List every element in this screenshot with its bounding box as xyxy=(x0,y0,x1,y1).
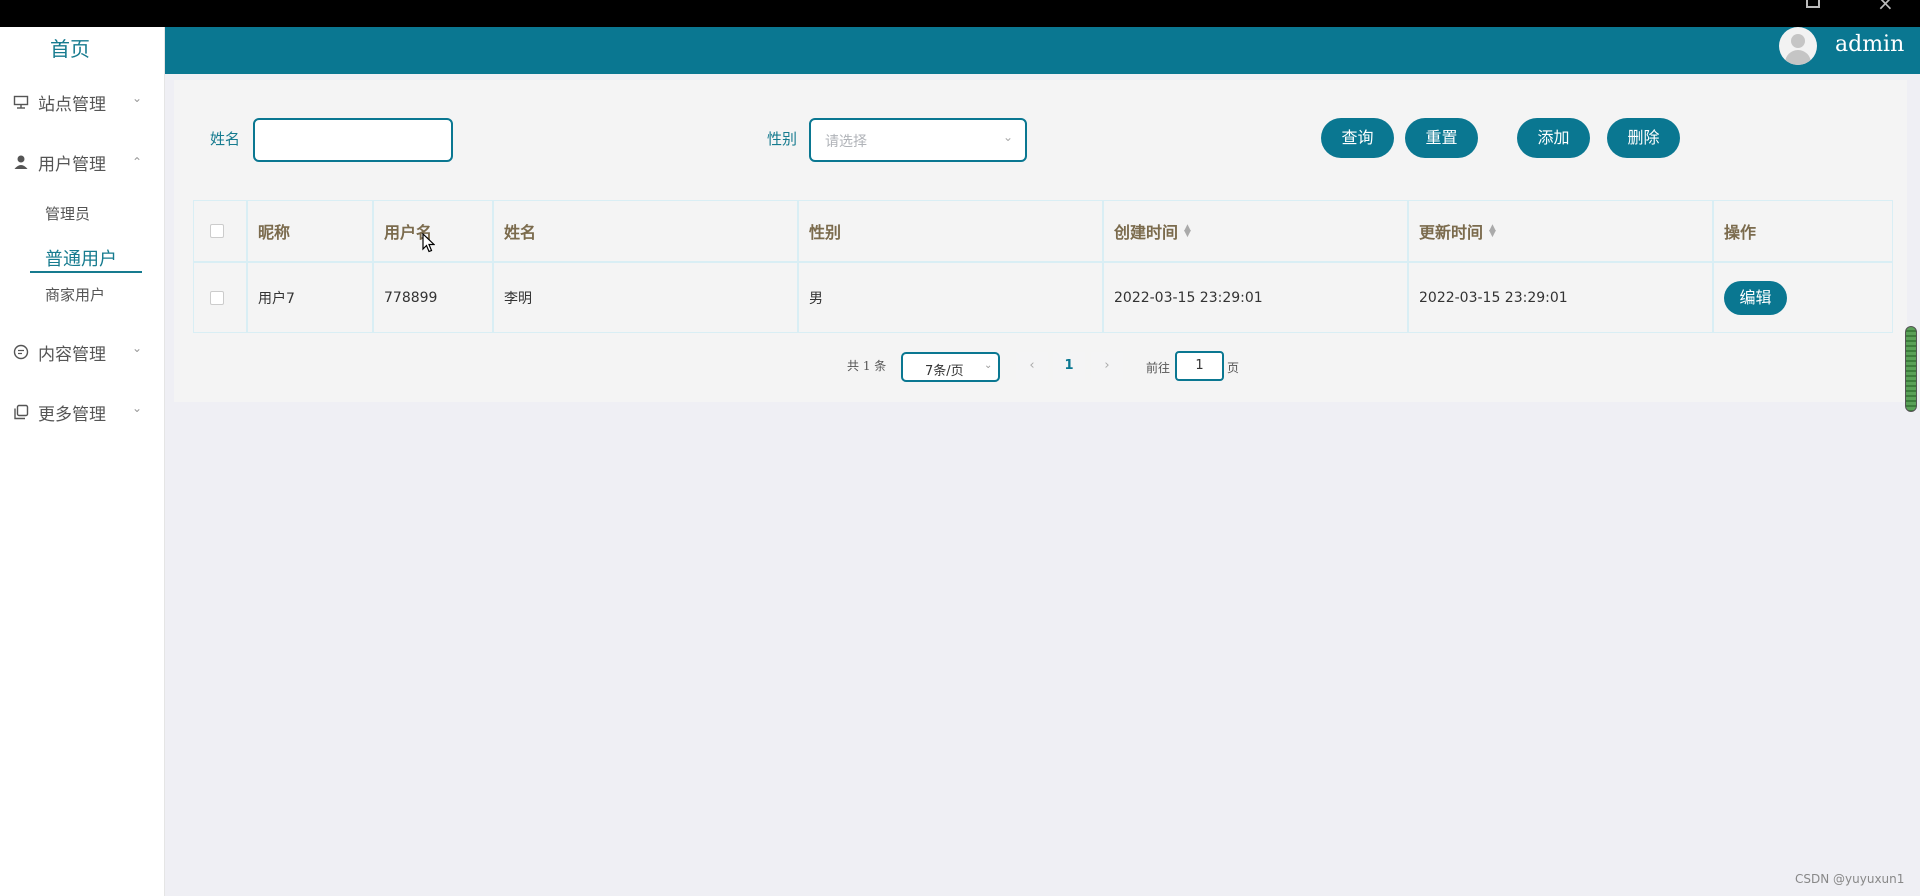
edit-button[interactable]: 编辑 xyxy=(1724,280,1787,315)
sort-icon[interactable]: ▲ ▼ xyxy=(1184,224,1191,239)
close-icon[interactable]: × xyxy=(1877,0,1894,13)
sidebar-item-users[interactable]: 用户管理 ⌃ xyxy=(0,147,165,177)
avatar[interactable] xyxy=(1779,27,1817,65)
sex-label: 性别 xyxy=(767,130,798,148)
window-titlebar: × xyxy=(0,0,1920,27)
header-username[interactable]: admin xyxy=(1835,32,1904,57)
scrollbar-thumb[interactable] xyxy=(1905,326,1917,412)
cell-sex: 男 xyxy=(798,262,1103,333)
sidebar: 首页 站点管理 ⌄ 用户管理 ⌃ 管理员 普通用户 商家用户 内容管理 ⌄ 更多… xyxy=(0,27,165,896)
page-size-select[interactable]: 7条/页 ⌄ xyxy=(901,352,1000,382)
cell-updated: 2022-03-15 23:29:01 xyxy=(1408,262,1713,333)
chat-icon xyxy=(13,344,29,360)
copy-icon xyxy=(13,404,29,420)
delete-button[interactable]: 删除 xyxy=(1607,118,1680,158)
add-button[interactable]: 添加 xyxy=(1517,118,1590,158)
chevron-down-icon: ⌄ xyxy=(132,401,143,415)
chevron-down-icon: ⌄ xyxy=(132,91,143,105)
reset-button[interactable]: 重置 xyxy=(1405,118,1478,158)
query-button[interactable]: 查询 xyxy=(1321,118,1394,158)
mouse-cursor-icon xyxy=(422,232,436,257)
chevron-down-icon: ⌄ xyxy=(1002,130,1013,144)
sidebar-item-label: 站点管理 xyxy=(38,94,106,115)
select-all-cell xyxy=(193,200,247,262)
restore-icon[interactable] xyxy=(1806,0,1820,8)
sidebar-item-label: 更多管理 xyxy=(38,404,106,425)
name-label: 姓名 xyxy=(210,130,241,148)
sidebar-item-content[interactable]: 内容管理 ⌄ xyxy=(0,337,165,367)
page-number[interactable]: 1 xyxy=(1053,352,1085,380)
watermark: CSDN @yuyuxun1 xyxy=(1795,872,1905,886)
sidebar-sub-label: 普通用户 xyxy=(45,249,117,270)
page-size-value: 7条/页 xyxy=(925,364,964,379)
goto-page-input[interactable]: 1 xyxy=(1175,351,1224,381)
name-input[interactable] xyxy=(253,118,453,162)
sidebar-item-label: 内容管理 xyxy=(38,344,106,365)
sidebar-item-site[interactable]: 站点管理 ⌄ xyxy=(0,87,165,117)
sidebar-sub-merchants[interactable]: 商家用户 xyxy=(45,284,105,305)
sidebar-item-more[interactable]: 更多管理 ⌄ xyxy=(0,397,165,427)
row-select-cell xyxy=(193,262,247,333)
prev-page-button[interactable]: ‹ xyxy=(1016,352,1048,380)
col-nickname: 昵称 xyxy=(247,200,373,262)
cell-name: 李明 xyxy=(493,262,798,333)
cell-action: 编辑 xyxy=(1713,262,1893,333)
cell-nickname: 用户7 xyxy=(247,262,373,333)
top-header xyxy=(165,27,1920,74)
sidebar-home[interactable]: 首页 xyxy=(0,33,140,62)
col-created[interactable]: 创建时间 ▲ ▼ xyxy=(1103,200,1408,262)
table-header-row: 昵称 用户名 姓名 性别 创建时间 ▲ ▼ 更新时间 ▲ ▼ 操作 xyxy=(193,200,1893,262)
row-checkbox[interactable] xyxy=(210,290,224,305)
goto-suffix: 页 xyxy=(1227,361,1240,375)
col-action: 操作 xyxy=(1713,200,1893,262)
user-icon xyxy=(13,154,29,170)
chevron-down-icon: ⌄ xyxy=(132,341,143,355)
chevron-down-icon: ⌄ xyxy=(984,360,993,371)
table-row: 用户7 778899 李明 男 2022-03-15 23:29:01 2022… xyxy=(193,262,1893,333)
sidebar-sub-admin[interactable]: 管理员 xyxy=(45,203,90,224)
col-sex: 性别 xyxy=(798,200,1103,262)
goto-prefix: 前往 xyxy=(1146,361,1171,375)
sidebar-sub-normal-users[interactable]: 普通用户 xyxy=(30,241,142,273)
monitor-icon xyxy=(13,94,29,110)
cell-created: 2022-03-15 23:29:01 xyxy=(1103,262,1408,333)
sort-icon[interactable]: ▲ ▼ xyxy=(1489,224,1496,239)
cell-username: 778899 xyxy=(373,262,493,333)
col-updated[interactable]: 更新时间 ▲ ▼ xyxy=(1408,200,1713,262)
select-all-checkbox[interactable] xyxy=(210,224,224,238)
next-page-button[interactable]: › xyxy=(1091,352,1123,380)
sidebar-item-label: 用户管理 xyxy=(38,154,106,175)
pager-total: 共 1 条 xyxy=(847,359,887,373)
col-updated-label: 更新时间 xyxy=(1419,223,1484,242)
sex-select-placeholder: 请选择 xyxy=(825,134,867,150)
col-name: 姓名 xyxy=(493,200,798,262)
sex-select[interactable]: 请选择 ⌄ xyxy=(809,118,1027,162)
col-created-label: 创建时间 xyxy=(1114,223,1179,242)
chevron-up-icon: ⌃ xyxy=(132,155,143,169)
